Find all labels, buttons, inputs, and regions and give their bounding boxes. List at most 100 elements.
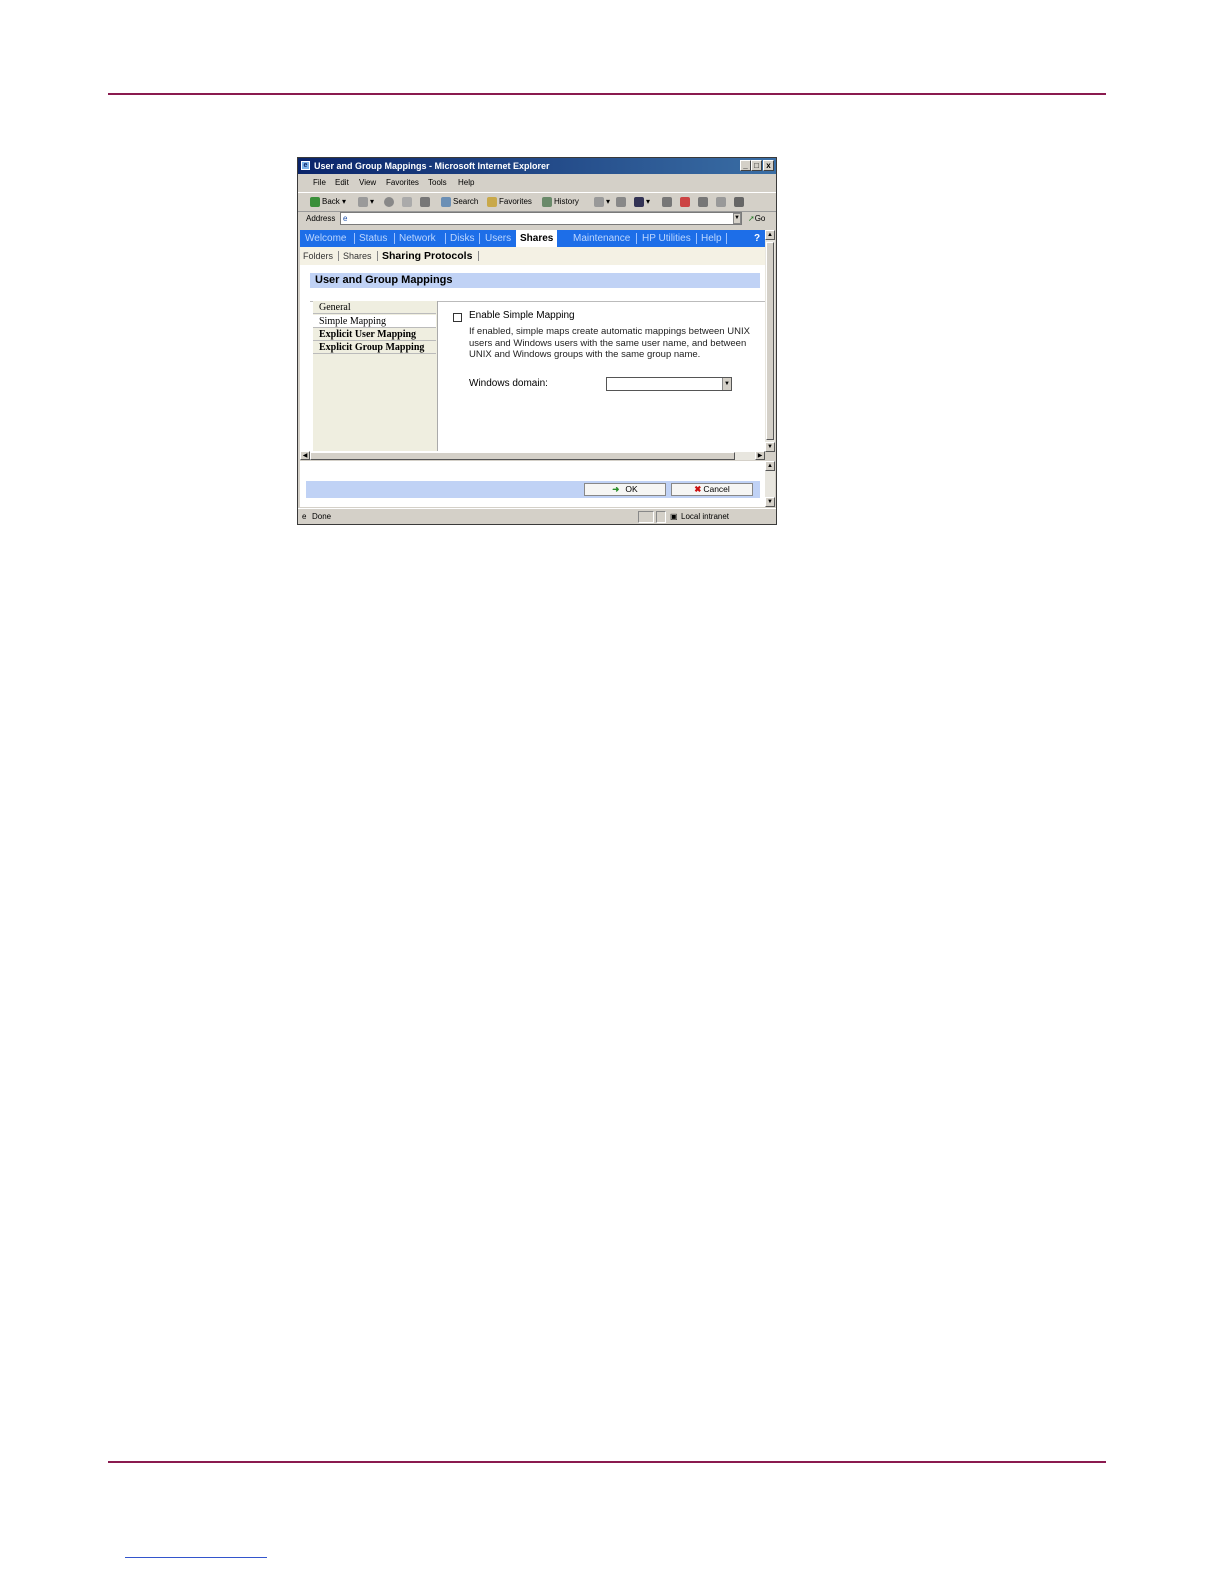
print-icon (616, 196, 626, 207)
nav-divider (636, 233, 637, 244)
help-icon[interactable]: ? (754, 230, 760, 247)
mail-button[interactable]: ▾ (594, 193, 610, 211)
discuss-icon (662, 196, 672, 207)
address-input[interactable]: e ▼ (340, 212, 742, 225)
menu-edit[interactable]: Edit (335, 175, 349, 191)
scroll-up-icon[interactable]: ▲ (765, 461, 775, 471)
history-button[interactable]: History (542, 193, 579, 211)
home-icon (420, 196, 430, 207)
tab-welcome[interactable]: Welcome (305, 230, 347, 247)
favorites-label: Favorites (499, 197, 532, 206)
toolbar: Back ▾ ▾ Search Favorites History ▾ ▾ (298, 192, 776, 212)
go-label: Go (754, 214, 766, 223)
scroll-thumb[interactable] (310, 452, 735, 460)
search-button[interactable]: Search (441, 193, 478, 211)
browser-window: e User and Group Mappings - Microsoft In… (297, 157, 777, 525)
main-nav: Welcome Status Network Disks Users Share… (300, 230, 765, 247)
media-button[interactable] (680, 193, 692, 211)
menu-view[interactable]: View (359, 175, 376, 191)
chevron-down-icon[interactable]: ▼ (722, 378, 731, 390)
side-tab-explicit-user-mapping[interactable]: Explicit User Mapping (313, 328, 436, 341)
print-button[interactable] (616, 193, 628, 211)
subnav-divider (377, 251, 378, 261)
scroll-down-icon[interactable]: ▼ (765, 442, 775, 452)
side-tab-general[interactable]: General (313, 301, 436, 314)
enable-simple-mapping-checkbox[interactable] (453, 313, 462, 322)
back-label: Back (322, 197, 340, 206)
tab-disks[interactable]: Disks (450, 230, 474, 247)
scroll-up-icon[interactable]: ▲ (765, 230, 775, 240)
status-pane (656, 511, 666, 523)
go-arrow-icon: ➚ (748, 214, 755, 223)
address-label: Address (306, 214, 336, 223)
scroll-thumb[interactable] (766, 242, 774, 440)
tab-maintenance[interactable]: Maintenance (573, 230, 630, 247)
go-button[interactable]: ➚Go (748, 211, 765, 227)
menu-bar: File Edit View Favorites Tools Help (298, 175, 776, 191)
status-page-icon: e (302, 512, 307, 521)
nav-divider (479, 233, 480, 244)
home-button[interactable] (420, 193, 432, 211)
simple-mapping-description: If enabled, simple maps create automatic… (469, 326, 750, 360)
ie-icon: e (301, 161, 310, 170)
subnav-divider (478, 251, 479, 261)
cancel-button[interactable]: ✖ Cancel (671, 483, 753, 496)
refresh-button[interactable] (402, 193, 414, 211)
windows-domain-label: Windows domain: (469, 378, 548, 389)
person-button[interactable] (734, 193, 746, 211)
forward-button[interactable]: ▾ (358, 193, 374, 211)
menu-favorites[interactable]: Favorites (386, 175, 419, 191)
messenger-button[interactable] (698, 193, 710, 211)
ok-button[interactable]: ➜ OK (584, 483, 666, 496)
favorites-button[interactable]: Favorites (487, 193, 532, 211)
menu-help[interactable]: Help (458, 175, 474, 191)
subtab-shares[interactable]: Shares (343, 247, 372, 265)
search-icon (441, 196, 451, 207)
subtab-folders[interactable]: Folders (303, 247, 333, 265)
menu-tools[interactable]: Tools (428, 175, 447, 191)
forward-arrow-icon (358, 196, 368, 207)
side-tab-explicit-group-mapping[interactable]: Explicit Group Mapping (313, 341, 436, 354)
status-text: Done (312, 512, 332, 521)
content-vertical-scrollbar[interactable]: ▲ ▼ (765, 230, 775, 452)
tab-help[interactable]: Help (701, 230, 722, 247)
tab-status[interactable]: Status (359, 230, 387, 247)
close-button[interactable]: x (763, 160, 774, 171)
window-title: User and Group Mappings - Microsoft Inte… (314, 161, 550, 171)
frame-vertical-scrollbar[interactable]: ▲ ▼ (765, 461, 775, 507)
stop-icon (384, 196, 394, 207)
minimize-button[interactable]: _ (740, 160, 751, 171)
subtab-sharing-protocols[interactable]: Sharing Protocols (382, 247, 472, 265)
footer-rule (108, 1461, 1106, 1463)
scroll-right-icon[interactable]: ▶ (755, 451, 765, 460)
title-bar[interactable]: e User and Group Mappings - Microsoft In… (298, 158, 776, 174)
windows-domain-select[interactable]: ▼ (606, 377, 732, 391)
subnav-divider (338, 251, 339, 261)
tab-network[interactable]: Network (399, 230, 436, 247)
edit-icon (634, 196, 644, 207)
enable-simple-mapping-label: Enable Simple Mapping (469, 310, 575, 321)
tab-shares[interactable]: Shares (516, 230, 558, 247)
stop-button[interactable] (384, 193, 396, 211)
page-icon: e (343, 214, 348, 223)
scroll-down-icon[interactable]: ▼ (765, 497, 775, 507)
content-horizontal-scrollbar[interactable]: ◀ ▶ (300, 451, 765, 460)
refresh-icon (402, 196, 412, 207)
nav-divider (696, 233, 697, 244)
scroll-left-icon[interactable]: ◀ (300, 451, 310, 460)
discuss-button[interactable] (662, 193, 674, 211)
history-label: History (554, 197, 579, 206)
cancel-label: Cancel (703, 484, 730, 494)
edit-button[interactable]: ▾ (634, 193, 650, 211)
maximize-button[interactable]: □ (751, 160, 762, 171)
back-button[interactable]: Back ▾ (310, 193, 346, 211)
address-dropdown-icon[interactable]: ▼ (733, 213, 741, 224)
nav-divider (726, 233, 727, 244)
side-tab-simple-mapping[interactable]: Simple Mapping (313, 315, 436, 328)
menu-file[interactable]: File (313, 175, 326, 191)
tab-users[interactable]: Users (485, 230, 511, 247)
tab-hp-utilities[interactable]: HP Utilities (642, 230, 691, 247)
research-button[interactable] (716, 193, 728, 211)
header-rule (108, 93, 1106, 95)
history-icon (542, 196, 552, 207)
